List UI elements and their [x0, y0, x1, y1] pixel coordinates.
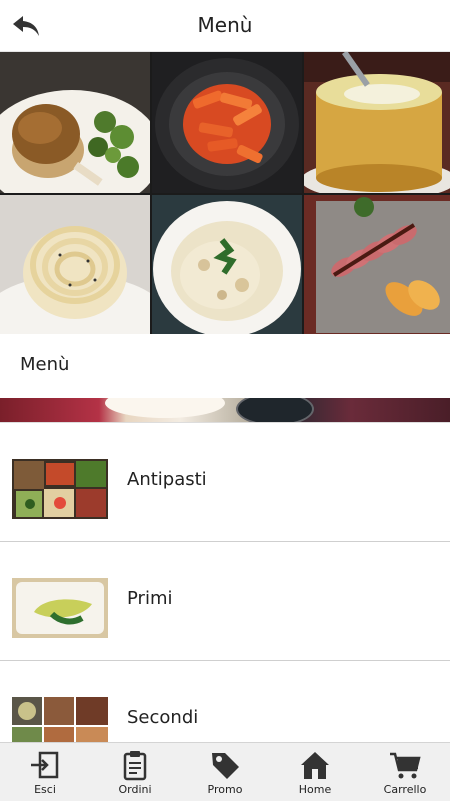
- bottom-nav: Esci Ordini Promo Home Carrello: [0, 742, 450, 801]
- app-header: Menù: [0, 0, 450, 52]
- tag-icon: [212, 753, 239, 779]
- nav-ordini[interactable]: Ordini: [90, 743, 180, 801]
- food-image-spaghetti: [0, 195, 150, 336]
- category-label: Primi: [127, 588, 173, 609]
- food-image-penne-tomato: [152, 52, 302, 193]
- banner-bowl: [236, 398, 314, 422]
- category-item-primi[interactable]: Primi: [0, 542, 450, 661]
- menu-section-header: Menù: [0, 334, 450, 398]
- nav-label: Promo: [207, 783, 243, 796]
- secondi-thumbnail: [12, 697, 108, 743]
- food-image-sliced-meat: [304, 195, 450, 336]
- nav-label: Home: [298, 783, 332, 796]
- banner-plate: [105, 398, 225, 418]
- nav-esci[interactable]: Esci: [0, 743, 90, 801]
- category-item-secondi[interactable]: Secondi: [0, 661, 450, 743]
- decorative-banner-image: [0, 398, 450, 422]
- home-icon: [301, 752, 329, 779]
- nav-label: Carrello: [383, 783, 427, 796]
- food-image-cheese-wheel: [304, 52, 450, 193]
- nav-home[interactable]: Home: [270, 743, 360, 801]
- category-label: Secondi: [127, 707, 199, 728]
- cart-icon: [390, 752, 421, 779]
- nav-promo[interactable]: Promo: [180, 743, 270, 801]
- primi-thumbnail: [12, 578, 108, 638]
- nav-label: Esci: [34, 783, 56, 796]
- logout-icon: [31, 751, 59, 779]
- nav-carrello[interactable]: Carrello: [360, 743, 450, 801]
- antipasti-thumbnail: [12, 459, 108, 519]
- category-label: Antipasti: [127, 469, 207, 490]
- category-item-antipasti[interactable]: Antipasti: [0, 423, 450, 542]
- page-title: Menù: [197, 13, 253, 37]
- nav-label: Ordini: [118, 783, 152, 796]
- hero-image-grid: [0, 52, 450, 336]
- food-image-meat-broccoli: [0, 52, 150, 193]
- food-image-risotto: [152, 195, 302, 336]
- menu-section-title: Menù: [20, 354, 70, 375]
- clipboard-icon: [123, 751, 147, 781]
- category-list: Antipasti Primi Secondi: [0, 422, 450, 743]
